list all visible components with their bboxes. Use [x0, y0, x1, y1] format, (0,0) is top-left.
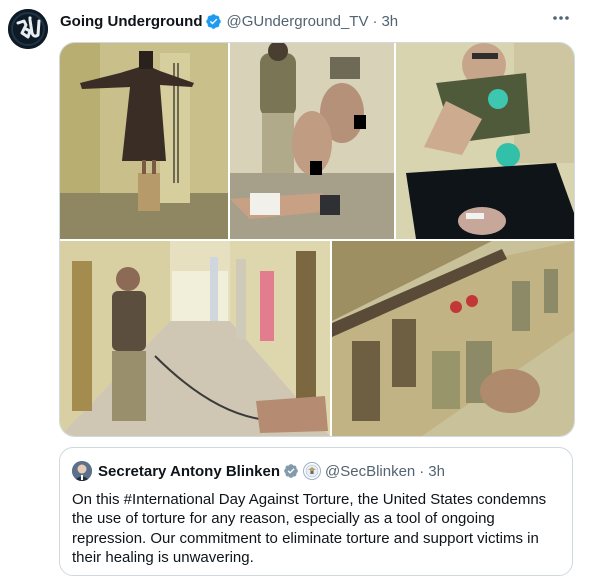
photo-5[interactable] — [332, 241, 574, 436]
quoted-tweet-text: On this #International Day Against Tortu… — [72, 491, 547, 567]
us-seal-icon[interactable] — [303, 462, 321, 480]
photo-2[interactable] — [230, 43, 394, 239]
quoted-timestamp[interactable]: 3h — [428, 463, 445, 480]
quoted-author-handle[interactable]: @SecBlinken — [325, 463, 415, 480]
separator-dot: · — [372, 12, 378, 30]
author-handle[interactable]: @GUnderground_TV — [226, 13, 368, 30]
government-badge-icon[interactable] — [283, 463, 299, 479]
quoted-separator-dot: · — [419, 462, 425, 480]
tweet-timestamp[interactable]: 3h — [381, 13, 398, 30]
photo-3[interactable] — [396, 43, 574, 239]
photo-1[interactable] — [60, 43, 228, 239]
author-name[interactable]: Going Underground — [60, 13, 202, 30]
going-underground-logo — [8, 9, 48, 49]
verified-badge-icon[interactable] — [205, 13, 222, 30]
quoted-author-avatar[interactable] — [72, 461, 92, 481]
media-grid — [59, 42, 575, 437]
quoted-tweet-header: Secretary Antony Blinken @SecBlinken · 3… — [72, 461, 445, 481]
quoted-author-name[interactable]: Secretary Antony Blinken — [98, 463, 280, 480]
tweet-header: Going Underground @GUnderground_TV · 3h — [60, 11, 398, 31]
author-avatar[interactable] — [8, 9, 48, 49]
more-options-icon[interactable] — [549, 8, 573, 28]
quoted-tweet[interactable]: Secretary Antony Blinken @SecBlinken · 3… — [59, 447, 573, 576]
photo-4[interactable] — [60, 241, 330, 436]
